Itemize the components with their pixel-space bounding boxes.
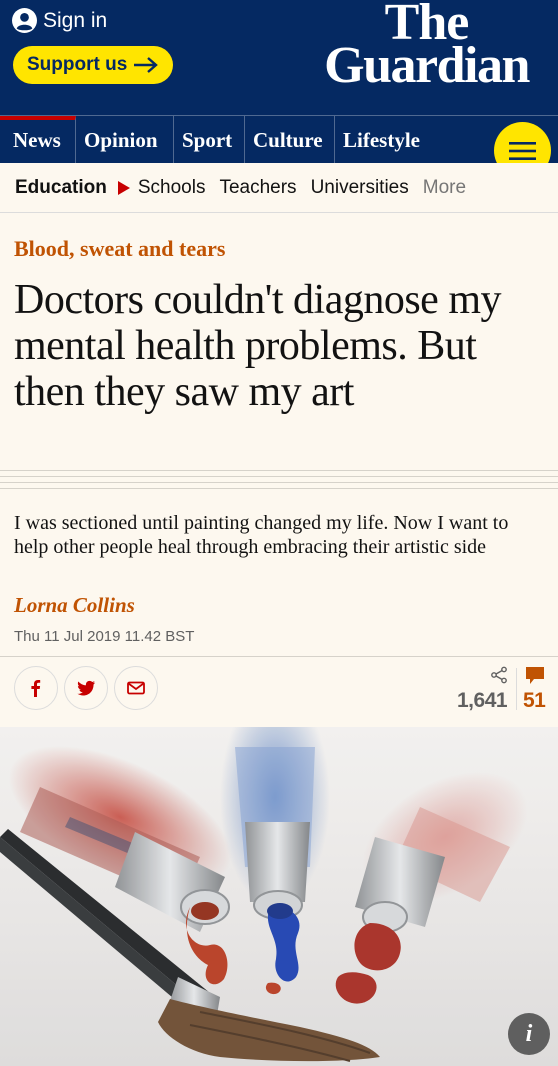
facebook-icon	[31, 680, 41, 697]
arrow-right-icon	[134, 57, 159, 73]
divider	[0, 476, 558, 477]
pillar-lifestyle[interactable]: Lifestyle	[335, 116, 440, 163]
comment-icon[interactable]	[525, 666, 545, 686]
subnav-section-education[interactable]: Education	[15, 177, 107, 199]
menu-icon	[509, 141, 536, 160]
subnav-link-teachers[interactable]: Teachers	[219, 177, 296, 199]
article-headline: Doctors couldn't diagnose my mental heal…	[14, 277, 502, 415]
twitter-icon	[77, 680, 95, 696]
share-email-button[interactable]	[114, 666, 158, 710]
chevron-right-icon	[117, 180, 130, 195]
pillar-culture[interactable]: Culture	[245, 116, 335, 163]
share-facebook-button[interactable]	[14, 666, 58, 710]
pillar-nav: News Opinion Sport Culture Lifestyle	[0, 115, 558, 179]
email-icon	[127, 681, 145, 695]
sign-in-label: Sign in	[43, 8, 108, 32]
article-standfirst: I was sectioned until painting changed m…	[14, 512, 509, 558]
series-kicker[interactable]: Blood, sweat and tears	[14, 236, 225, 262]
share-count: 1,641	[457, 689, 508, 712]
share-twitter-button[interactable]	[64, 666, 108, 710]
pillar-sport[interactable]: Sport	[174, 116, 245, 163]
user-circle-icon	[12, 8, 37, 33]
image-info-button[interactable]: i	[508, 1013, 550, 1055]
divider	[0, 470, 558, 471]
support-us-button[interactable]: Support us	[13, 46, 174, 84]
publish-date: Thu 11 Jul 2019 11.42 BST	[14, 628, 195, 645]
support-us-label: Support us	[27, 54, 128, 75]
guardian-logo[interactable]: The Guardian	[309, 0, 544, 94]
pillar-news[interactable]: News	[0, 116, 76, 163]
subnav-link-universities[interactable]: Universities	[311, 177, 409, 199]
comment-count[interactable]: 51	[523, 689, 546, 713]
article-main-image	[0, 727, 558, 1066]
masthead: Sign in Support us The Guardian	[0, 0, 558, 115]
pillar-opinion[interactable]: Opinion	[76, 116, 174, 163]
author-byline[interactable]: Lorna Collins	[14, 593, 135, 618]
share-icon	[491, 666, 507, 684]
subnav-link-schools[interactable]: Schools	[138, 177, 206, 199]
divider	[0, 656, 558, 657]
logo-line-guardian: Guardian	[324, 36, 530, 94]
subnav-more[interactable]: More	[423, 177, 466, 199]
sign-in-link[interactable]: Sign in	[12, 8, 107, 33]
divider	[0, 488, 558, 489]
count-divider	[516, 668, 517, 710]
section-subnav: Education Schools Teachers Universities …	[0, 163, 558, 213]
divider	[0, 482, 558, 483]
info-icon: i	[525, 1020, 533, 1047]
